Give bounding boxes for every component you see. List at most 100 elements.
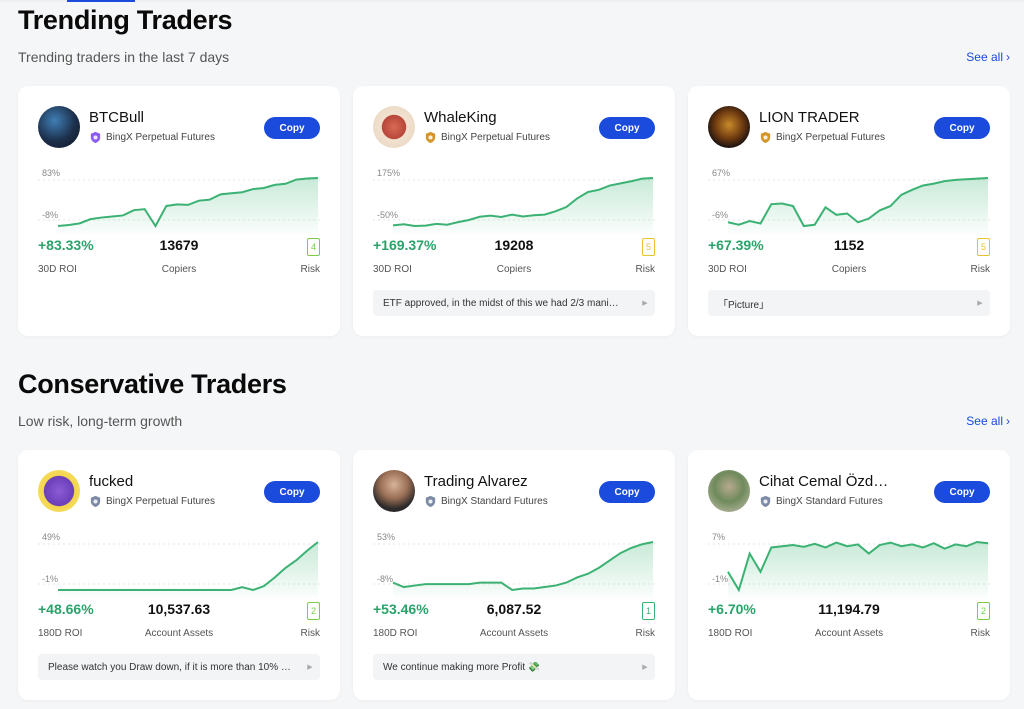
risk-label: Risk [635,264,655,275]
gray-shield-badge-icon [425,495,436,508]
trader-name[interactable]: WhaleKing [424,109,497,126]
copy-button[interactable]: Copy [264,481,320,503]
platform-label: BingX Perpetual Futures [89,131,215,144]
sparkline-area [58,178,318,234]
copy-button[interactable]: Copy [264,117,320,139]
risk-level-badge: 2 [977,602,990,620]
secondary-metric-value: 13679 [159,237,199,253]
platform-text: BingX Perpetual Futures [441,132,550,143]
roi-sparkline-chart [708,177,990,234]
avatar[interactable] [708,106,750,148]
chart-y-low-label: -8% [42,210,59,220]
trader-card[interactable]: WhaleKing BingX Perpetual Futures Copy 1… [353,86,675,336]
secondary-metric-label: Account Assets [479,628,549,639]
chart-y-low-label: -50% [377,210,399,220]
risk-level-badge: 5 [977,238,990,256]
risk-level-badge: 2 [307,602,320,620]
roi-sparkline-chart [373,541,655,598]
note-text: 「Picture」 [718,299,770,311]
chart-y-low-label: -1% [42,574,59,584]
risk-level-badge: 4 [307,238,320,256]
gold-shield-badge-icon [425,131,436,144]
trader-card[interactable]: LION TRADER BingX Perpetual Futures Copy… [688,86,1010,336]
trader-card[interactable]: Trading Alvarez BingX Standard Futures C… [353,450,675,700]
section-title-trending: Trending Traders [18,5,233,35]
platform-label: BingX Perpetual Futures [89,495,215,508]
secondary-metric-value: 19208 [494,237,534,253]
chevron-right-icon: › [1006,50,1010,64]
platform-text: BingX Perpetual Futures [106,132,215,143]
sparkline-area [393,178,653,234]
trader-name[interactable]: BTCBull [89,109,144,126]
risk-label: Risk [635,628,655,639]
trader-name[interactable]: Cihat Cemal Özd… [759,473,888,490]
secondary-metric-value: 6,087.52 [486,601,542,617]
risk-label: Risk [970,264,990,275]
trader-card[interactable]: BTCBull BingX Perpetual Futures Copy 83%… [18,86,340,336]
risk-label: Risk [300,264,320,275]
secondary-metric-label: Copiers [496,264,532,275]
roi-sparkline-chart [708,540,990,598]
trader-note[interactable]: 「Picture」 ▶ [708,290,990,316]
chart-y-high-label: 83% [42,168,61,178]
caret-right-icon: ▶ [307,664,313,671]
roi-sparkline-chart [38,177,320,234]
sparkline-area [393,542,653,598]
chart-y-low-label: -8% [377,574,394,584]
secondary-metric-value: 10,537.63 [147,601,211,617]
platform-text: BingX Standard Futures [441,496,548,507]
chevron-right-icon: › [1006,414,1010,428]
trader-name[interactable]: fucked [89,473,133,490]
avatar[interactable] [373,470,415,512]
trader-name[interactable]: LION TRADER [759,109,860,126]
chart-y-high-label: 175% [377,168,401,178]
platform-label: BingX Perpetual Futures [424,131,550,144]
risk-label: Risk [300,628,320,639]
chart-y-low-label: -6% [712,210,729,220]
avatar[interactable] [373,106,415,148]
gray-shield-badge-icon [760,495,771,508]
platform-text: BingX Perpetual Futures [776,132,885,143]
roi-sparkline-chart [38,541,320,598]
risk-label: Risk [970,628,990,639]
caret-right-icon: ▶ [977,300,983,307]
top-divider [0,0,1024,2]
purple-shield-badge-icon [90,131,101,144]
trader-note[interactable]: We continue making more Profit 💸 ▶ [373,654,655,680]
section-title-conservative: Conservative Traders [18,369,287,399]
gold-shield-badge-icon [760,131,771,144]
section-subtitle-trending: Trending traders in the last 7 days [18,49,230,65]
secondary-metric-label: Copiers [161,264,197,275]
roi-sparkline-chart [373,177,655,234]
avatar[interactable] [38,106,80,148]
gray-shield-badge-icon [90,495,101,508]
copy-button[interactable]: Copy [934,117,990,139]
trader-card[interactable]: Cihat Cemal Özd… BingX Standard Futures … [688,450,1010,700]
section-subtitle-conservative: Low risk, long-term growth [18,413,183,429]
platform-label: BingX Perpetual Futures [759,131,885,144]
active-tab-indicator [67,0,135,2]
chart-y-low-label: -1% [712,574,729,584]
copy-button[interactable]: Copy [934,481,990,503]
avatar[interactable] [38,470,80,512]
platform-text: BingX Standard Futures [776,496,883,507]
note-text: ETF approved, in the midst of this we ha… [383,297,619,309]
chart-y-high-label: 49% [42,532,61,542]
note-text: We continue making more Profit 💸 [383,661,541,673]
see-all-link-conservative[interactable]: See all › [966,414,1010,428]
copy-button[interactable]: Copy [599,117,655,139]
see-all-link-trending[interactable]: See all › [966,50,1010,64]
trader-card[interactable]: fucked BingX Perpetual Futures Copy 49% … [18,450,340,700]
see-all-label: See all [966,414,1003,428]
secondary-metric-label: Account Assets [144,628,214,639]
avatar[interactable] [708,470,750,512]
sparkline-area [728,178,988,234]
secondary-metric-value: 1152 [833,237,865,253]
trader-note[interactable]: ETF approved, in the midst of this we ha… [373,290,655,316]
trader-name[interactable]: Trading Alvarez [424,473,528,490]
secondary-metric-value: 11,194.79 [818,601,880,617]
copy-button[interactable]: Copy [599,481,655,503]
trader-note[interactable]: Please watch you Draw down, if it is mor… [38,654,320,680]
chart-y-high-label: 53% [377,532,396,542]
secondary-metric-label: Account Assets [814,628,884,639]
